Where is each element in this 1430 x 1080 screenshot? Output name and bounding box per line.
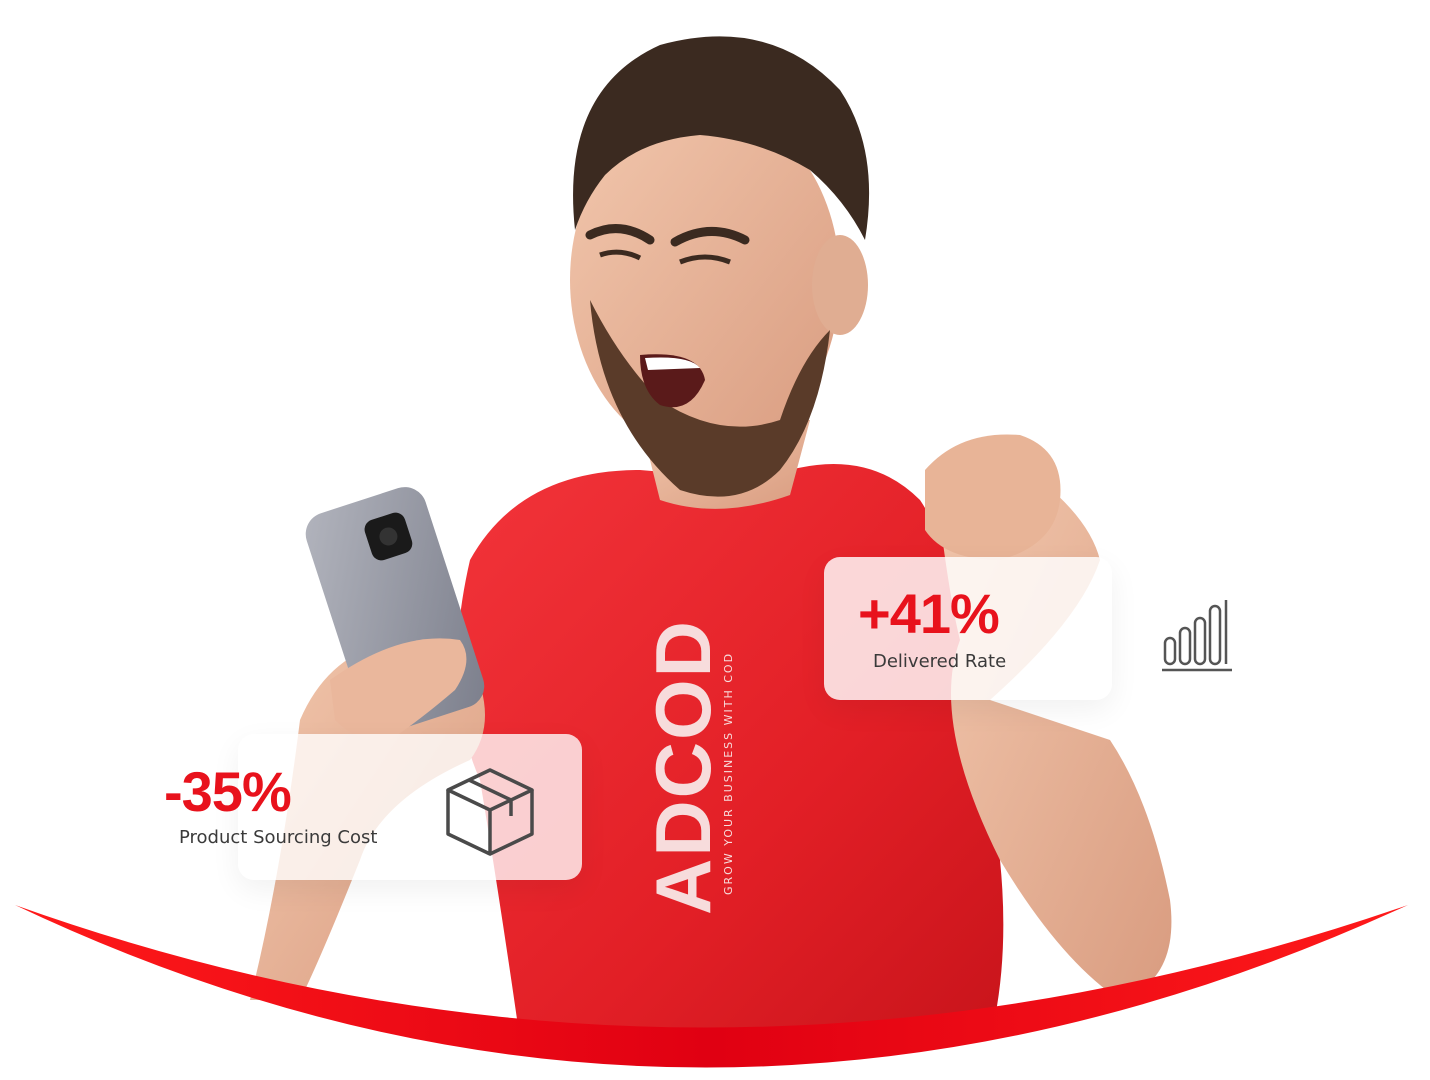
sourcing-cost-label: Product Sourcing Cost: [179, 827, 378, 848]
package-box-icon: [446, 768, 534, 856]
svg-text:ADCOD: ADCOD: [639, 619, 727, 915]
delivered-rate-value: +41%: [858, 582, 1000, 645]
ear: [812, 235, 868, 335]
hero-stage: ADCOD GROW YOUR BUSINESS WITH COD +41% D…: [0, 0, 1430, 1080]
hero-illustration: ADCOD GROW YOUR BUSINESS WITH COD: [0, 36, 1430, 1080]
bar-chart-icon: [1162, 600, 1232, 672]
sourcing-cost-value: -35%: [164, 760, 292, 823]
svg-text:GROW YOUR BUSINESS WITH COD: GROW YOUR BUSINESS WITH COD: [722, 652, 735, 895]
delivered-rate-label: Delivered Rate: [873, 651, 1007, 672]
shirt-logo: ADCOD GROW YOUR BUSINESS WITH COD: [639, 619, 735, 915]
